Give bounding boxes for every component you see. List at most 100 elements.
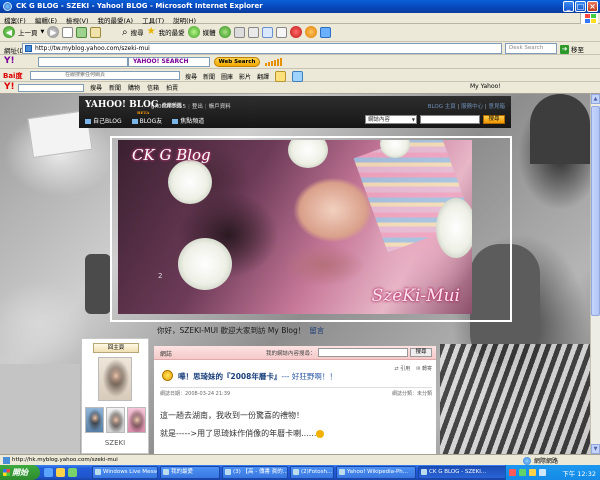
tray-antivirus-icon[interactable] bbox=[509, 469, 516, 476]
yahoo2-item-news[interactable]: 新聞 bbox=[109, 83, 121, 92]
scroll-up-arrow-icon[interactable]: ▲ bbox=[591, 94, 600, 104]
baidu-item-news[interactable]: 新聞 bbox=[203, 72, 215, 81]
post-panel: 網誌 我的網誌內容搜尋： 搜尋 嘩！思琦妹的『2008年曆卡』--- 好狂野啊！… bbox=[154, 346, 436, 454]
baidu-item-search[interactable]: 搜尋 bbox=[185, 72, 197, 81]
media-button-label[interactable]: 媒體 bbox=[203, 27, 216, 37]
avatar[interactable] bbox=[98, 357, 132, 401]
post-title[interactable]: 嘩！思琦妹的『2008年曆卡』--- 好狂野啊！！ bbox=[178, 371, 337, 382]
baidu-logo[interactable]: Bai度 bbox=[3, 71, 22, 81]
baidu-search-input[interactable]: 在線搜索任何網頁 bbox=[30, 71, 180, 80]
yahoo-search-label[interactable]: YAHOO! SEARCH bbox=[128, 57, 210, 67]
feedback-link[interactable]: 意見箱 bbox=[488, 104, 505, 110]
messenger-icon[interactable] bbox=[289, 26, 302, 38]
guestbook-link[interactable]: 留言 bbox=[309, 326, 324, 335]
favorites-star-icon[interactable]: ★ bbox=[147, 27, 156, 37]
blog-search-select[interactable]: 網誌內容 bbox=[365, 115, 417, 124]
history-icon[interactable] bbox=[218, 26, 231, 38]
nav-featured-label: 焦點頻道 bbox=[180, 118, 205, 125]
back-dropdown-icon[interactable]: ▼ bbox=[41, 29, 45, 35]
post-panel-title: 網誌 bbox=[160, 351, 173, 358]
yahoo-search-input[interactable] bbox=[38, 57, 128, 67]
home-icon[interactable] bbox=[90, 26, 102, 38]
thumbnail-image[interactable] bbox=[127, 407, 146, 433]
thumbnail-image[interactable] bbox=[106, 407, 125, 433]
scrollbar-thumb[interactable] bbox=[591, 106, 600, 316]
desktop-launch-icon[interactable] bbox=[68, 468, 77, 477]
scroll-down-arrow-icon[interactable]: ▼ bbox=[591, 444, 600, 454]
trackback-link[interactable]: ⇄ 引用 bbox=[394, 365, 410, 372]
blog-search-button[interactable]: 搜尋 bbox=[483, 115, 505, 124]
home-button[interactable]: 回主頁 bbox=[93, 343, 139, 353]
ie-launch-icon[interactable] bbox=[44, 468, 53, 477]
clock[interactable]: 下午 12:32 bbox=[562, 468, 596, 478]
task-button[interactable]: Yahoo! Wikipedia-Ph... bbox=[336, 466, 416, 479]
help-center-link[interactable]: 服務中心 bbox=[461, 104, 483, 110]
task-button[interactable]: 我的最愛 bbox=[160, 466, 220, 479]
minimize-button[interactable]: _ bbox=[563, 1, 574, 12]
status-bar: http://hk.myblog.yahoo.com/szeki-mui 網際網… bbox=[0, 454, 600, 465]
window-title-bar[interactable]: CK G BLOG - SZEKI - Yahoo! BLOG - Micros… bbox=[0, 0, 600, 13]
back-button-label[interactable]: 上一頁 bbox=[18, 27, 38, 37]
yahoo2-item-shopping[interactable]: 購物 bbox=[128, 83, 140, 92]
yahoo2-item-search[interactable]: 搜尋 bbox=[90, 83, 102, 92]
search-icon[interactable]: ⌕ bbox=[122, 27, 128, 38]
forward-label: 轉寄 bbox=[421, 366, 432, 372]
yahoo-y-logo[interactable]: Y! bbox=[4, 82, 15, 92]
post-category[interactable]: 網誌分類：未分類 bbox=[392, 390, 432, 397]
yahoo2-item-auction[interactable]: 拍賣 bbox=[166, 83, 178, 92]
refresh-icon[interactable] bbox=[76, 26, 88, 38]
nav-featured[interactable]: 焦點頻道 bbox=[172, 116, 204, 125]
thumbnail-image[interactable] bbox=[85, 407, 104, 433]
media-icon[interactable] bbox=[187, 26, 200, 38]
task-button[interactable]: (3) 【高 - 傳書 眞的... bbox=[222, 466, 288, 479]
task-button[interactable]: Windows Live Messen... bbox=[92, 466, 158, 479]
yahoo-toolbar-logo[interactable]: Y! bbox=[4, 56, 15, 66]
post-actions: ⇄ 引用 ✉ 轉寄 bbox=[394, 365, 432, 372]
toolbar-extra-icon[interactable] bbox=[304, 26, 317, 38]
search-button-label[interactable]: 搜尋 bbox=[131, 27, 144, 37]
print-icon[interactable] bbox=[247, 26, 259, 38]
post-search-input[interactable] bbox=[318, 348, 408, 357]
stop-icon[interactable] bbox=[62, 26, 74, 38]
research-icon[interactable] bbox=[319, 26, 331, 38]
nav-my-blog[interactable]: 自己BLOG bbox=[85, 116, 122, 125]
logout-link[interactable]: 登出 bbox=[192, 104, 203, 110]
tray-network-icon[interactable] bbox=[539, 469, 546, 476]
vertical-scrollbar[interactable]: ▲ ▼ bbox=[590, 94, 600, 454]
explorer-launch-icon[interactable] bbox=[56, 468, 65, 477]
favorites-button-label[interactable]: 我的最愛 bbox=[159, 27, 185, 37]
blog-friends-icon bbox=[131, 119, 138, 124]
back-arrow-icon[interactable]: ◀ bbox=[3, 26, 15, 38]
yahoo2-item-mail[interactable]: 信箱 bbox=[147, 83, 159, 92]
yahoo-secondary-input[interactable] bbox=[18, 84, 84, 92]
my-yahoo-link[interactable]: My Yahoo! bbox=[470, 83, 501, 90]
baidu-item-video[interactable]: 影片 bbox=[239, 72, 251, 81]
menu-bar: 檔案(F) 編輯(E) 檢視(V) 我的最愛(A) 工具(T) 說明(H) bbox=[0, 13, 600, 25]
maximize-button[interactable]: □ bbox=[575, 1, 586, 12]
web-search-button[interactable]: Web Search bbox=[214, 57, 260, 67]
nav-blog-friends[interactable]: BLOG友 bbox=[131, 116, 162, 125]
blog-home-link[interactable]: BLOG 主頁 bbox=[428, 104, 456, 110]
baidu-item-translate[interactable]: 翻譯 bbox=[257, 72, 269, 81]
edit-icon[interactable] bbox=[261, 26, 273, 38]
account-link[interactable]: 帳戶資料 bbox=[209, 104, 231, 110]
mail-icon[interactable] bbox=[233, 26, 245, 38]
toolbar-settings-icon[interactable] bbox=[292, 71, 304, 82]
forward-link[interactable]: ✉ 轉寄 bbox=[416, 365, 432, 372]
forward-arrow-icon[interactable]: ▶ bbox=[47, 26, 60, 38]
address-input[interactable]: http://tw.myblog.yahoo.com/szeki-mui bbox=[22, 43, 502, 54]
blog-search-input[interactable] bbox=[420, 115, 480, 124]
go-button[interactable]: ➔ 移至 bbox=[560, 44, 584, 54]
tray-messenger-icon[interactable] bbox=[519, 469, 526, 476]
discuss-icon[interactable] bbox=[275, 26, 287, 38]
desk-search-input[interactable]: Desk Search bbox=[505, 43, 557, 54]
task-button-active[interactable]: CK G BLOG - SZEKI... bbox=[418, 466, 506, 479]
page-content[interactable]: YAHOO! BLOG 奇摩部落 BETA gn00987355 | 登出 | 帳戶資料… bbox=[0, 94, 590, 454]
start-button[interactable]: 開始 bbox=[0, 465, 40, 480]
close-button[interactable]: × bbox=[587, 1, 598, 12]
highlight-icon[interactable] bbox=[275, 71, 287, 82]
task-button[interactable]: (2)Fotosh... bbox=[290, 466, 334, 479]
tray-volume-icon[interactable] bbox=[529, 469, 536, 476]
post-search-button[interactable]: 搜尋 bbox=[410, 348, 432, 357]
baidu-item-images[interactable]: 圖庫 bbox=[221, 72, 233, 81]
